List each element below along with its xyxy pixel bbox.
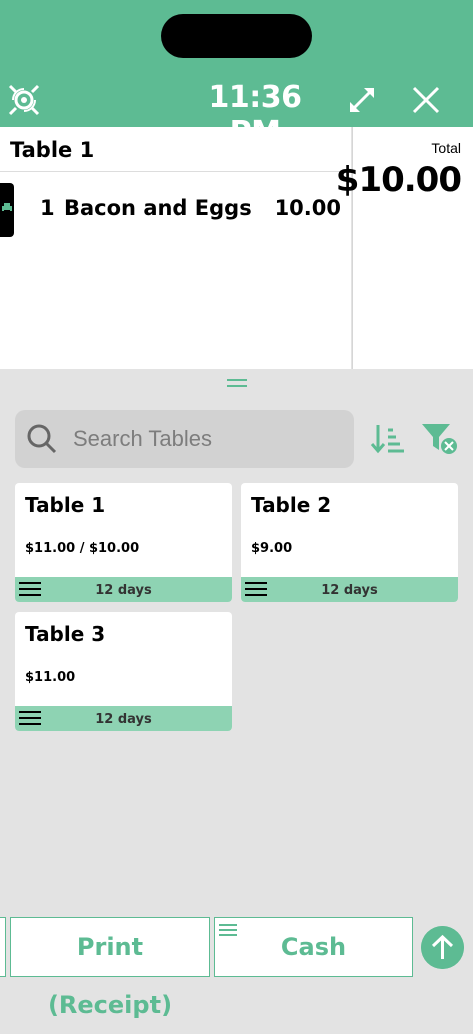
table-card[interactable]: Table 1 $11.00 / $10.00 12 days bbox=[15, 483, 232, 602]
cash-button[interactable]: Cash bbox=[214, 917, 413, 977]
total-value: $10.00 bbox=[335, 160, 462, 200]
expand-icon[interactable] bbox=[344, 82, 380, 118]
table-card-age: 12 days bbox=[95, 712, 152, 727]
action-button-partial[interactable] bbox=[0, 917, 6, 977]
camera-notch bbox=[161, 14, 312, 58]
total-label: Total bbox=[431, 140, 461, 156]
table-card-footer: 12 days bbox=[241, 577, 458, 602]
table-card-age: 12 days bbox=[95, 583, 152, 598]
print-receipt-button[interactable]: Print (Receipt) bbox=[10, 917, 210, 1019]
order-line-price: 10.00 bbox=[274, 196, 341, 220]
filter-clear-icon[interactable] bbox=[420, 422, 458, 456]
search-input[interactable] bbox=[73, 424, 333, 454]
arrow-up-icon[interactable] bbox=[421, 926, 464, 969]
table-card-amount: $11.00 / $10.00 bbox=[25, 541, 140, 556]
sort-icon[interactable] bbox=[370, 422, 406, 456]
table-card[interactable]: Table 3 $11.00 12 days bbox=[15, 612, 232, 731]
order-panel bbox=[0, 127, 351, 369]
table-card-name: Table 3 bbox=[25, 622, 106, 646]
divider bbox=[0, 171, 351, 172]
table-card-name: Table 1 bbox=[25, 493, 106, 517]
order-line-qty: 1 bbox=[40, 196, 55, 220]
radar-icon[interactable] bbox=[6, 82, 42, 118]
order-line-name: Bacon and Eggs bbox=[64, 196, 252, 220]
order-table-name: Table 1 bbox=[10, 138, 95, 162]
table-card-amount: $11.00 bbox=[25, 670, 76, 685]
table-card-footer: 12 days bbox=[15, 577, 232, 602]
search-icon bbox=[27, 424, 57, 454]
drag-handle[interactable] bbox=[227, 379, 247, 389]
menu-icon bbox=[219, 924, 237, 938]
table-card-amount: $9.00 bbox=[251, 541, 293, 556]
cash-button-label: Cash bbox=[280, 933, 347, 961]
table-card-footer: 12 days bbox=[15, 706, 232, 731]
table-card[interactable]: Table 2 $9.00 12 days bbox=[241, 483, 458, 602]
table-card-age: 12 days bbox=[321, 583, 378, 598]
printer-icon bbox=[2, 203, 12, 213]
close-icon[interactable] bbox=[408, 82, 444, 118]
table-card-name: Table 2 bbox=[251, 493, 332, 517]
print-tab[interactable] bbox=[0, 183, 14, 237]
search-box[interactable] bbox=[15, 410, 354, 468]
